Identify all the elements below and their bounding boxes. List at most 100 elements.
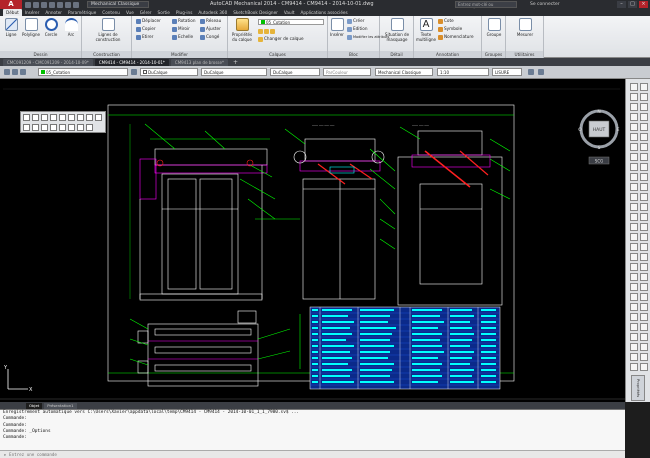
- layer-freeze-icon[interactable]: [264, 28, 269, 34]
- toolbar-button[interactable]: [640, 363, 648, 371]
- lineweight-control-dropdown[interactable]: DuCalque: [270, 68, 320, 76]
- polyline-button[interactable]: Polyligne: [21, 18, 41, 37]
- symbol-button[interactable]: Symbole: [438, 26, 462, 32]
- panel-title-utilitaires[interactable]: Utilitaires: [506, 51, 543, 58]
- tab-vue[interactable]: Vue: [123, 9, 137, 16]
- toolbar-button[interactable]: [32, 114, 39, 121]
- panel-title-calques[interactable]: Calques: [228, 51, 327, 58]
- group-button[interactable]: Groupe: [484, 18, 504, 37]
- construction-lines-button[interactable]: Lignes de construction: [94, 18, 122, 42]
- panel-title-detail[interactable]: Détail: [380, 51, 413, 58]
- plot-icon[interactable]: [57, 1, 63, 8]
- toolbar-button[interactable]: [86, 114, 93, 121]
- toolbar-button[interactable]: [630, 223, 638, 231]
- edit-block-button[interactable]: Edition: [347, 26, 368, 32]
- help-search-input[interactable]: Entrez mot-clé ou expression: [455, 1, 517, 13]
- new-icon[interactable]: [25, 1, 31, 8]
- parts-list-button[interactable]: Nomenclature: [438, 34, 474, 40]
- toolbar-button[interactable]: [640, 223, 648, 231]
- new-tab-button[interactable]: +: [230, 59, 238, 66]
- toolbar-button[interactable]: [630, 313, 638, 321]
- create-block-button[interactable]: Créer: [347, 18, 364, 24]
- change-layer-button[interactable]: Changer de calque: [258, 36, 304, 42]
- toolbar-button[interactable]: [630, 273, 638, 281]
- toolbar-button[interactable]: [640, 113, 648, 121]
- layer-lock-icon[interactable]: [270, 28, 275, 34]
- toolbar-button[interactable]: [640, 133, 648, 141]
- move-button[interactable]: Déplacer: [136, 18, 161, 24]
- undo-icon[interactable]: [65, 1, 71, 8]
- toolbar-button[interactable]: [630, 123, 638, 131]
- toolbar-button[interactable]: [630, 143, 638, 151]
- tab-autodesk-360[interactable]: Autodesk 360: [195, 9, 230, 16]
- document-tab[interactable]: CM9413 plan de brosse*: [170, 58, 228, 66]
- plotstyle-control-dropdown[interactable]: ParCouleur: [323, 68, 371, 76]
- toolbar-button[interactable]: [630, 233, 638, 241]
- layer-manager-icon[interactable]: [4, 69, 10, 75]
- toolbar-button[interactable]: [630, 183, 638, 191]
- toolbar-button[interactable]: [640, 303, 648, 311]
- toolbar-button[interactable]: [640, 263, 648, 271]
- toolbar-button[interactable]: [630, 193, 638, 201]
- toolbar-button[interactable]: [50, 124, 57, 131]
- drawing-canvas[interactable]: ____ ___ ___ ___ ____ ___ ___ Y X HAUT N…: [0, 79, 625, 402]
- toolbar-button[interactable]: [630, 163, 638, 171]
- toolbar-button[interactable]: [630, 173, 638, 181]
- copy-button[interactable]: Copier: [136, 26, 156, 32]
- toolbar-button[interactable]: [59, 124, 66, 131]
- toolbar-button[interactable]: [630, 113, 638, 121]
- toolbar-button[interactable]: [23, 124, 30, 131]
- layer-bulb-icon[interactable]: [20, 69, 26, 75]
- scale-button[interactable]: Echelle: [172, 34, 193, 40]
- tab-plugins[interactable]: Plug-ins: [173, 9, 196, 16]
- toolbar-button[interactable]: [86, 124, 93, 131]
- sign-in-link[interactable]: Se connecter: [530, 0, 560, 9]
- toolbar-button[interactable]: [640, 243, 648, 251]
- panel-title-bloc[interactable]: Bloc: [328, 51, 379, 58]
- workspace-selector[interactable]: Mechanical Classique: [87, 1, 149, 8]
- toolbar-button[interactable]: [68, 114, 75, 121]
- insert-block-button[interactable]: Insérer: [328, 18, 346, 37]
- toolbar-button[interactable]: [630, 283, 638, 291]
- toolbar-button[interactable]: [59, 114, 66, 121]
- toolbar-button[interactable]: [630, 263, 638, 271]
- tab-sketchbook[interactable]: SketchBook Designer: [230, 9, 281, 16]
- toolbar-button[interactable]: [640, 273, 648, 281]
- document-tab[interactable]: CMC091209 - CMC091209 - 2014-10-09*: [3, 58, 93, 66]
- toolbar-button[interactable]: [23, 114, 30, 121]
- tab-gerer[interactable]: Gérer: [137, 9, 155, 16]
- toolbar-button[interactable]: [68, 124, 75, 131]
- toolbar-button[interactable]: [630, 303, 638, 311]
- tab-layout1[interactable]: Présentation1: [44, 402, 77, 409]
- toolbar-button[interactable]: [640, 203, 648, 211]
- tab-annoter[interactable]: Annoter: [42, 9, 65, 16]
- toolbar-button[interactable]: [630, 213, 638, 221]
- trim-button[interactable]: Ajuster: [200, 26, 221, 32]
- panel-title-groupes[interactable]: Groupes: [482, 51, 505, 58]
- toolbar-button[interactable]: [640, 193, 648, 201]
- panel-title-construction[interactable]: Construction: [82, 51, 131, 58]
- toolbar-button[interactable]: [77, 114, 84, 121]
- toolbar-button[interactable]: [640, 233, 648, 241]
- array-button[interactable]: Réseau: [200, 18, 221, 24]
- toolbar-button[interactable]: [95, 114, 102, 121]
- toolbar-button[interactable]: [640, 323, 648, 331]
- toolbar-button[interactable]: [640, 313, 648, 321]
- toolbar-button[interactable]: [640, 153, 648, 161]
- toolbar-button[interactable]: [640, 183, 648, 191]
- toolbar-button[interactable]: [640, 343, 648, 351]
- line-button[interactable]: Ligne: [1, 18, 21, 37]
- toolbar-icon[interactable]: [538, 69, 544, 75]
- toolbar-button[interactable]: [630, 133, 638, 141]
- stretch-button[interactable]: Etirer: [136, 34, 153, 40]
- tab-debut[interactable]: Début: [3, 9, 22, 16]
- toolbar-button[interactable]: [640, 333, 648, 341]
- panel-title-annotation[interactable]: Annotation: [414, 51, 481, 58]
- open-icon[interactable]: [33, 1, 39, 8]
- toolbar-button[interactable]: [640, 353, 648, 361]
- toolbar-button[interactable]: [50, 114, 57, 121]
- panel-title-modifier[interactable]: Modifier: [132, 51, 227, 58]
- layer-state-icon[interactable]: [12, 69, 18, 75]
- fillet-button[interactable]: Congé: [200, 34, 219, 40]
- toolbar-button[interactable]: [32, 124, 39, 131]
